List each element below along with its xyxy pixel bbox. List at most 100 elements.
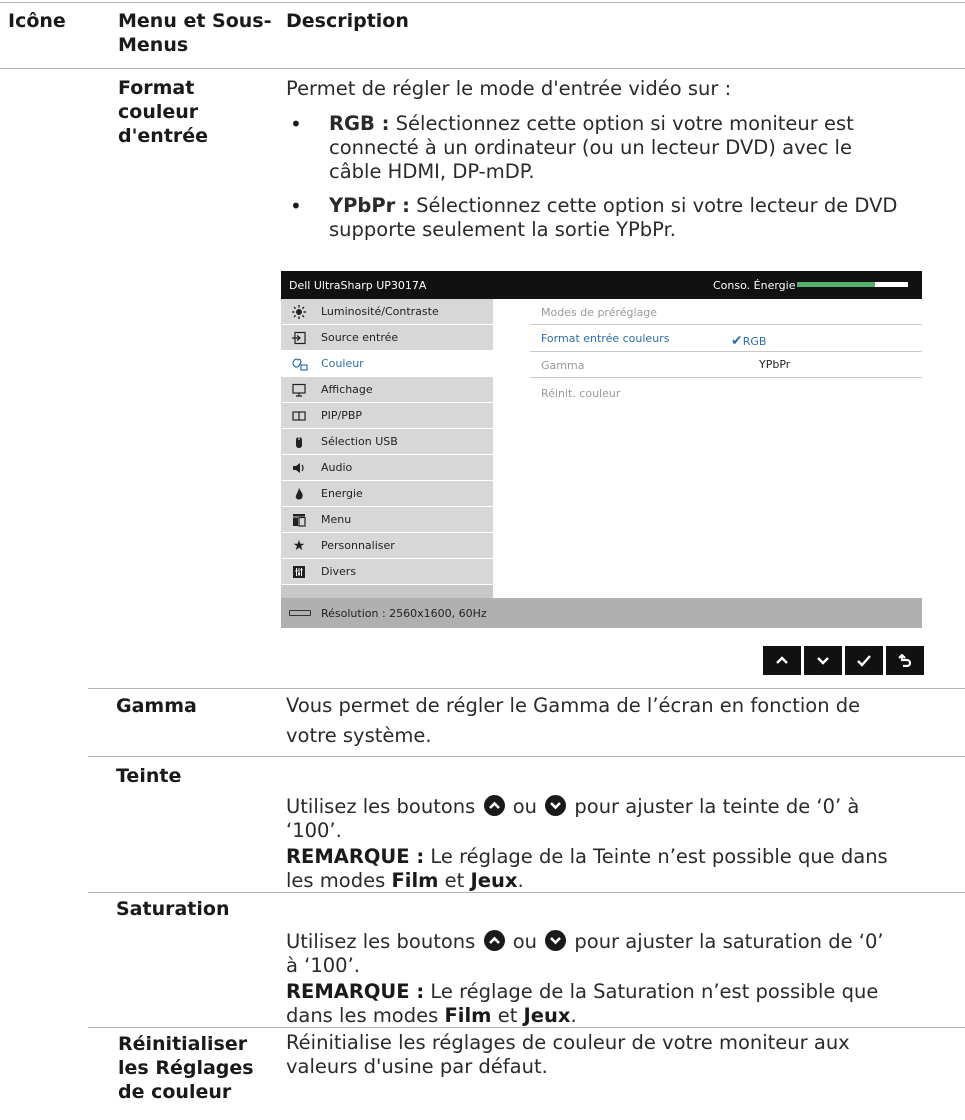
- bullet-ypbpr-term: YPbPr :: [329, 194, 410, 217]
- back-button[interactable]: [886, 646, 924, 675]
- osd-item-usb[interactable]: Sélection USB: [281, 429, 493, 455]
- row-format-title-line1: Format: [118, 77, 195, 99]
- submenu-gamma[interactable]: Gamma: [541, 359, 584, 372]
- text: .: [517, 869, 524, 892]
- row-reset-title-line3: de couleur: [118, 1081, 232, 1103]
- row-reset-title: Réinitialiser les Réglages de couleur: [118, 1032, 254, 1104]
- osd-item-label: Personnaliser: [321, 539, 395, 552]
- pip-icon: [292, 409, 306, 423]
- row-teinte-note: REMARQUE : Le réglage de la Teinte n’est…: [286, 845, 961, 869]
- misc-icon: [292, 565, 306, 579]
- header-menu-column: Menu et Sous- Menus: [118, 9, 272, 57]
- up-button[interactable]: [763, 646, 801, 675]
- text: ou: [506, 930, 544, 953]
- submenu-divider: [530, 351, 922, 352]
- row-teinte-line1: Utilisez les boutons ou pour ajuster la …: [286, 795, 961, 819]
- row-reset-desc: Réinitialise les réglages de couleur de …: [286, 1031, 961, 1079]
- row-saturation-note: REMARQUE : Le réglage de la Saturation n…: [286, 980, 961, 1004]
- row-reset-line1: Réinitialise les réglages de couleur de …: [286, 1031, 850, 1054]
- osd-item-audio[interactable]: Audio: [281, 455, 493, 481]
- row-teinte-title: Teinte: [116, 765, 182, 787]
- osd-item-color[interactable]: Couleur: [281, 351, 493, 377]
- bullet-ypbpr: YPbPr : Sélectionnez cette option si vot…: [329, 194, 961, 242]
- mode-jeux: Jeux: [523, 1004, 571, 1027]
- confirm-button[interactable]: [845, 646, 883, 675]
- osd-item-label: Divers: [321, 565, 357, 578]
- row-format-title-line3: d'entrée: [118, 125, 209, 147]
- bullet-ypbpr-line2: supporte seulement la sortie YPbPr.: [329, 218, 677, 241]
- header-icon-column: Icône: [8, 10, 66, 32]
- submenu-reset-color[interactable]: Réinit. couleur: [541, 387, 620, 400]
- osd-status-bar: Résolution : 2560x1600, 60Hz: [281, 598, 922, 628]
- usb-icon: [292, 435, 306, 449]
- row-saturation-line1: Utilisez les boutons ou pour ajuster la …: [286, 930, 961, 954]
- energy-meter-fill: [797, 282, 875, 287]
- text: Saturation: [593, 980, 695, 1003]
- bullet-rgb-term: RGB :: [329, 112, 390, 135]
- down-round-icon: [545, 795, 567, 816]
- osd-item-display[interactable]: Affichage: [281, 377, 493, 403]
- text: Le réglage de la Teinte n’est possible q…: [424, 845, 888, 868]
- back-icon: [898, 654, 912, 667]
- row-saturation-desc: Utilisez les boutons ou pour ajuster la …: [286, 930, 961, 1028]
- row-teinte-desc: Utilisez les boutons ou pour ajuster la …: [286, 795, 961, 893]
- header-description-column: Description: [286, 10, 409, 32]
- bullet-dot: •: [290, 112, 302, 136]
- header-menu-line2: Menus: [118, 34, 189, 56]
- osd-submenu: Modes de préréglage Format entrée couleu…: [493, 299, 922, 598]
- submenu-input-color-format[interactable]: Format entrée couleurs: [541, 332, 669, 345]
- row-saturation-line2: à ‘100’.: [286, 954, 360, 977]
- submenu-preset-modes[interactable]: Modes de préréglage: [541, 306, 657, 319]
- row-format-title-line2: couleur: [118, 101, 199, 123]
- down-button[interactable]: [804, 646, 842, 675]
- text: Utilisez les boutons: [286, 930, 482, 953]
- row-reset-line2: valeurs d'usine par défaut.: [286, 1055, 548, 1078]
- option-rgb[interactable]: ✔RGB: [731, 333, 766, 349]
- osd-item-label: Affichage: [321, 383, 373, 396]
- osd-item-energy[interactable]: Energie: [281, 481, 493, 507]
- row-gamma-line2: votre système.: [286, 724, 432, 747]
- osd-item-pip[interactable]: PIP/PBP: [281, 403, 493, 429]
- header-menu-line1: Menu et Sous-: [118, 10, 272, 32]
- osd-item-label: Audio: [321, 461, 353, 474]
- speaker-icon: [292, 461, 306, 475]
- osd-item-misc[interactable]: Divers: [281, 559, 493, 585]
- text: ou: [506, 795, 544, 818]
- input-source-icon: [292, 331, 306, 345]
- submenu-divider: [530, 377, 922, 378]
- text: Utilisez les boutons: [286, 795, 482, 818]
- osd-resolution: Résolution : 2560x1600, 60Hz: [321, 607, 487, 620]
- osd-item-input-source[interactable]: Source entrée: [281, 325, 493, 351]
- osd-item-brightness[interactable]: Luminosité/Contraste: [281, 299, 493, 325]
- row-gamma-line1: Vous permet de régler le Gamma de l’écra…: [286, 694, 861, 717]
- bullet-rgb-line3: câble HDMI, DP-mDP.: [329, 160, 535, 183]
- bullet-rgb: RGB : Sélectionnez cette option si votre…: [329, 112, 961, 184]
- menu-icon: [292, 513, 306, 527]
- text: Le réglage de la: [424, 980, 594, 1003]
- osd-item-label: Source entrée: [321, 331, 399, 344]
- row-saturation-title: Saturation: [116, 898, 230, 920]
- power-icon: [292, 487, 306, 501]
- mode-film: Film: [391, 869, 439, 892]
- submenu-divider: [530, 324, 922, 325]
- row-gamma-desc: Vous permet de régler le Gamma de l’écra…: [286, 694, 961, 748]
- sun-icon: [292, 305, 306, 319]
- bullet-dot: •: [290, 194, 302, 218]
- osd-item-menu[interactable]: Menu: [281, 507, 493, 533]
- option-ypbpr[interactable]: YPbPr: [759, 358, 790, 371]
- osd-energy-label: Conso. Énergie: [713, 279, 796, 292]
- connector-icon: [289, 610, 311, 616]
- osd-item-personalize[interactable]: ★ Personnaliser: [281, 533, 493, 559]
- text: et: [491, 1004, 524, 1027]
- row-teinte-note-line2: les modes Film et Jeux.: [286, 869, 961, 893]
- star-icon: ★: [292, 538, 306, 554]
- row-reset-title-line1: Réinitialiser: [118, 1033, 248, 1055]
- osd-item-label: Sélection USB: [321, 435, 398, 448]
- osd-model-title: Dell UltraSharp UP3017A: [289, 279, 427, 292]
- header-bottom-line: [0, 68, 965, 69]
- osd-main-menu: Luminosité/Contraste Source entrée Coule…: [281, 299, 493, 598]
- text: et: [438, 869, 471, 892]
- text: n’est possible que: [694, 980, 879, 1003]
- row-format-title: Format couleur d'entrée: [118, 76, 208, 148]
- option-rgb-label: RGB: [742, 335, 767, 348]
